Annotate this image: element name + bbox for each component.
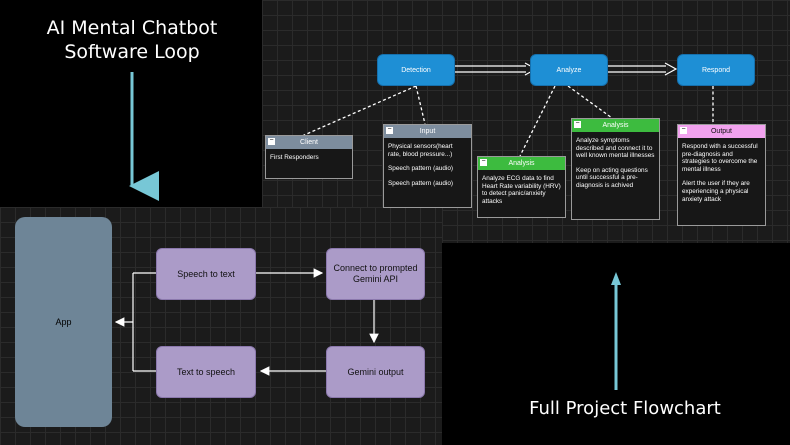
analysis-symptoms-card-title: Analysis [602,121,629,129]
collapse-icon: − [268,137,275,145]
analyze-label: Analyze [556,66,582,74]
analysis-symptoms-line: Analyze symptoms described and connect i… [576,137,655,160]
respond-node: Respond [677,54,755,86]
input-card-header: − Input [384,125,471,138]
up-arrow [611,272,621,390]
input-card-title: Input [419,127,436,135]
analysis-ecg-line: Analyze ECG data to find Heart Rate vari… [482,175,561,205]
input-card: − Input Physical sensors(heart rate, blo… [383,124,472,208]
analysis-ecg-card-title: Analysis [508,159,535,167]
detection-node: Detection [377,54,455,86]
connect-gemini-node: Connect to prompted Gemini API [326,248,425,300]
gemini-output-node: Gemini output [326,346,425,398]
output-line: Respond with a successful pre-diagnosis … [682,143,758,173]
analyze-node: Analyze [530,54,608,86]
collapse-icon: − [386,126,393,134]
output-line: Alert the user if they are experiencing … [682,180,750,203]
input-line: Physical sensors(heart rate, blood press… [388,143,453,158]
analysis-symptoms-card: − Analysis Analyze symptoms described an… [571,118,660,220]
client-card: − Client First Responders [265,135,353,179]
analysis-ecg-card: − Analysis Analyze ECG data to find Hear… [477,156,566,218]
collapse-icon: − [680,126,687,134]
app-label: App [55,317,72,327]
client-line: First Responders [270,154,319,161]
text-to-speech-node: Text to speech [156,346,256,398]
text-to-speech-label: Text to speech [176,366,236,377]
collapse-icon: − [480,158,487,166]
app-node: App [15,217,112,427]
analysis-ecg-card-header: − Analysis [478,157,565,170]
connect-gemini-label: Connect to prompted Gemini API [333,263,418,284]
client-card-title: Client [300,138,318,146]
detection-label: Detection [401,66,431,74]
output-card: − Output Respond with a successful pre-d… [677,124,766,226]
analysis-symptoms-line: Keep on acting questions until successfu… [576,166,648,189]
analysis-symptoms-card-header: − Analysis [572,119,659,132]
speech-to-text-label: Speech to text [177,268,235,279]
input-line: Speech pattern (audio) [388,179,454,187]
output-card-header: − Output [678,125,765,138]
respond-label: Respond [701,66,731,74]
footer-title: Full Project Flowchart [529,398,721,419]
output-card-title: Output [710,127,732,135]
gemini-output-label: Gemini output [347,366,404,377]
collapse-icon: − [574,120,581,128]
input-line: Speech pattern (audio) [388,165,454,173]
speech-to-text-node: Speech to text [156,248,256,300]
client-card-header: − Client [266,136,352,149]
